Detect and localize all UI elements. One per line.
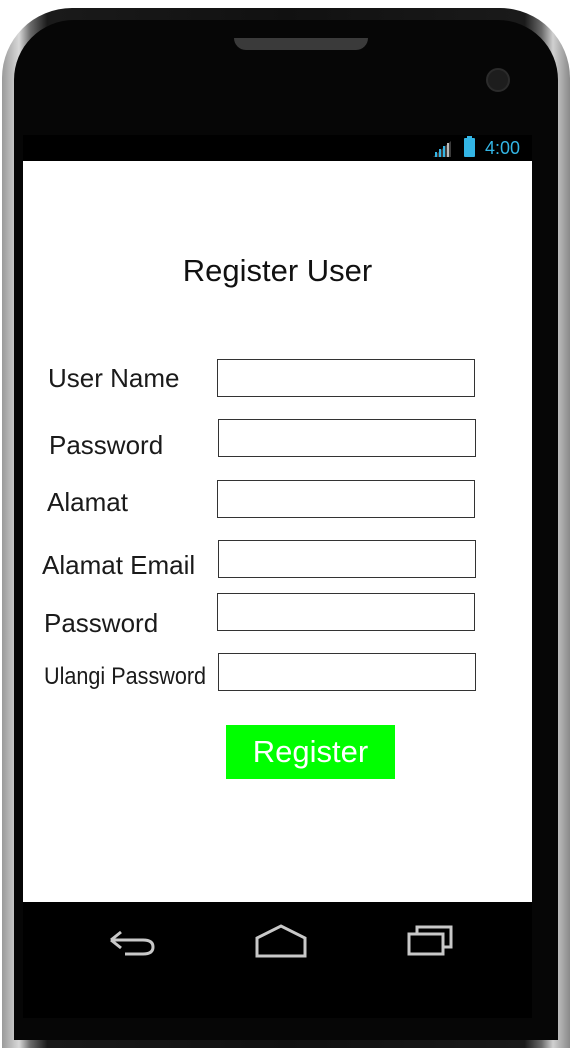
navigation-bar bbox=[23, 902, 532, 1018]
repeat-password-input[interactable] bbox=[218, 653, 476, 691]
home-icon[interactable] bbox=[251, 918, 311, 958]
password-label: Password bbox=[49, 430, 164, 460]
username-input[interactable] bbox=[217, 359, 475, 397]
repeat-password-label: Ulangi Password bbox=[44, 663, 207, 690]
alamat-input[interactable] bbox=[217, 480, 475, 518]
status-time: 4:00 bbox=[485, 138, 521, 158]
email-input[interactable] bbox=[218, 540, 476, 578]
phone-frame: 4:00 Register User User Name Password Al… bbox=[0, 0, 574, 1048]
alamat-label: Alamat bbox=[47, 487, 128, 517]
speaker-grille bbox=[234, 38, 368, 50]
register-button[interactable]: Register bbox=[226, 725, 395, 779]
recent-apps-icon[interactable] bbox=[401, 918, 461, 958]
email-label: Alamat Email bbox=[42, 550, 196, 580]
email-password-label: Password bbox=[44, 608, 159, 638]
signal-icon bbox=[433, 141, 451, 157]
password-input[interactable] bbox=[218, 419, 476, 457]
email-password-input[interactable] bbox=[217, 593, 475, 631]
page-title: Register User bbox=[182, 253, 373, 288]
status-bar: 4:00 bbox=[23, 135, 532, 161]
front-camera bbox=[486, 68, 510, 92]
app-screen: 4:00 Register User User Name Password Al… bbox=[23, 135, 532, 902]
back-icon[interactable] bbox=[103, 918, 163, 958]
battery-icon bbox=[464, 136, 475, 157]
username-label: User Name bbox=[48, 363, 180, 393]
